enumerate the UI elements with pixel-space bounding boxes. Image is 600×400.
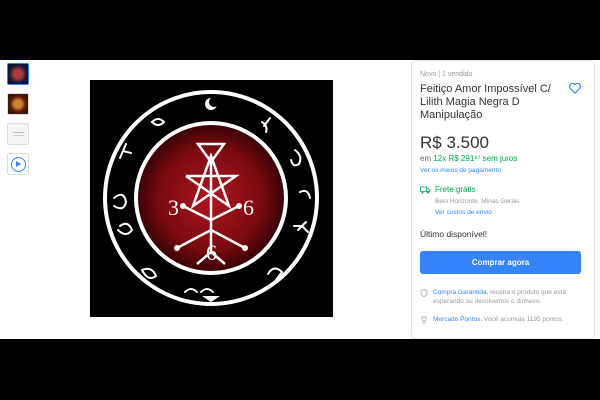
thumbnail-sigil[interactable] [7,63,29,85]
sigil-number-right: 6 [243,195,254,220]
heart-icon[interactable] [568,81,582,95]
thumbnail-video[interactable] [7,153,29,175]
sigil-image: 3 6 6 [90,80,333,317]
buy-now-button[interactable]: Comprar agora [420,251,581,274]
product-price: R$ 3.500 [420,133,489,152]
payment-methods-link[interactable]: Ver os meios de pagamento [420,167,501,174]
points-link[interactable]: Mercado Pontos. [433,316,482,323]
sigil-number-bottom: 6 [206,240,217,265]
installments-value: 12x R$ 291⁶⁷ sem juros [433,154,518,163]
thumbnail-photo[interactable] [7,93,29,115]
main-product-image[interactable]: 3 6 6 [90,80,333,317]
play-icon [10,156,26,172]
shipping-costs-link[interactable]: Ver custos de envio [435,209,492,216]
condition-label: Novo | 1 vendido [420,71,473,78]
shipping-title: Frete grátis [435,185,476,194]
thumbnail-document[interactable] [7,123,29,145]
installments-info: em 12x R$ 291⁶⁷ sem juros [420,154,517,163]
trophy-icon [421,316,427,324]
guarantee-link[interactable]: Compra Garantida, [433,289,488,296]
sigil-number-left: 3 [168,195,179,220]
guarantee-info: Compra Garantida, receba o produto que e… [433,288,588,306]
stock-status: Último disponível! [420,229,488,239]
shipping-location: Belo Horizonte, Minas Gerais [435,198,520,205]
product-page: 3 6 6 Novo | 1 vendido Feitiço Amor Impo… [0,60,600,339]
product-title: Feitiço Amor Impossível C/ Lilith Magia … [420,83,551,121]
truck-icon [420,186,431,194]
shield-icon [420,289,428,297]
points-info: Mercado Pontos. Você acumula 1195 pontos… [433,315,588,324]
purchase-panel: Novo | 1 vendido Feitiço Amor Impossível… [411,60,595,339]
thumbnail-list [7,60,31,183]
installments-prefix: em [420,154,434,163]
points-text: Você acumula 1195 pontos. [482,316,564,323]
